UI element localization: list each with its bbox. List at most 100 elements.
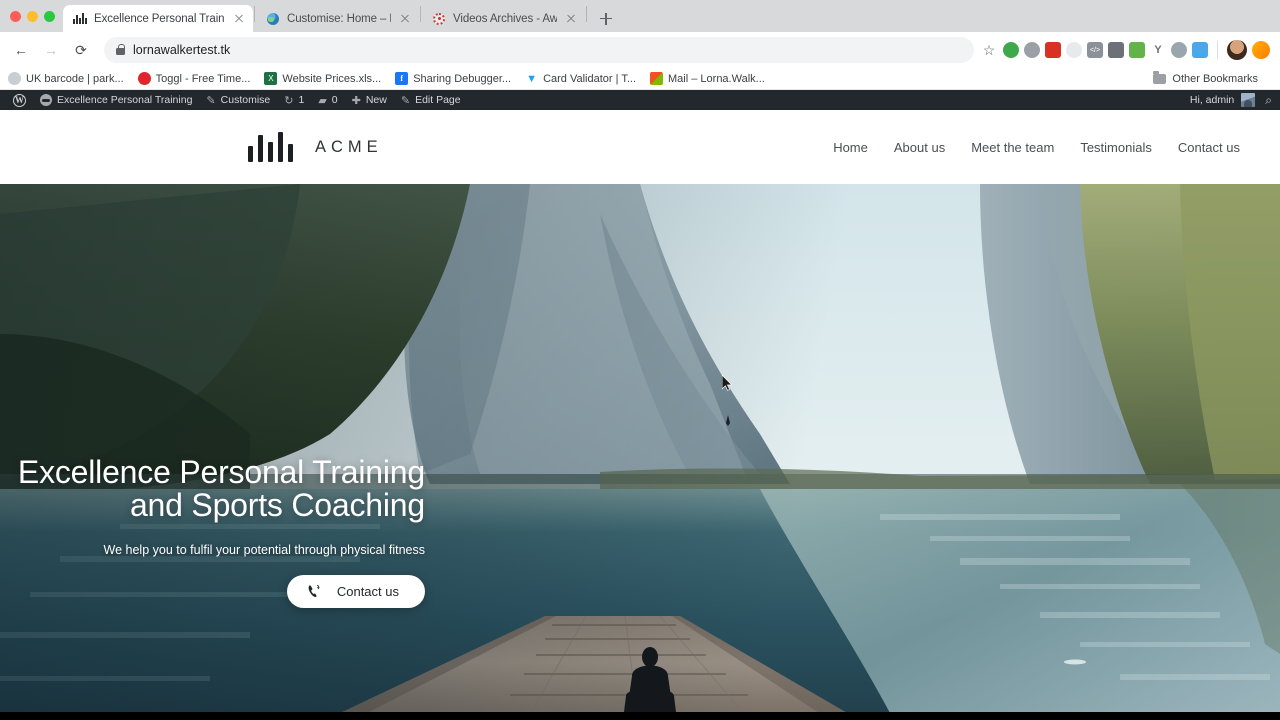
bookmarks-bar: UK barcode | park... Toggl - Free Time..… xyxy=(0,68,1280,90)
grammar-extension-icon[interactable] xyxy=(1129,42,1145,58)
bookmark-sharing-debugger[interactable]: f Sharing Debugger... xyxy=(395,72,511,85)
close-window-button[interactable] xyxy=(10,10,21,22)
wordpress-logo-icon: W xyxy=(13,93,26,107)
hero-cta-label: Contact us xyxy=(336,584,399,599)
wp-my-account[interactable]: Hi, admin xyxy=(1183,90,1256,110)
code-extension-icon[interactable]: </> xyxy=(1087,42,1103,58)
reload-button[interactable]: ⟳ xyxy=(68,37,94,63)
bookmark-mail[interactable]: Mail – Lorna.Walk... xyxy=(650,72,765,85)
nav-item-meet-the-team[interactable]: Meet the team xyxy=(971,140,1054,155)
wp-greeting-label: Hi, admin xyxy=(1189,94,1235,106)
primary-navigation: Home About us Meet the team Testimonials… xyxy=(833,140,1240,155)
wp-updates[interactable]: ↻ 1 xyxy=(277,90,311,110)
nav-item-contact-us[interactable]: Contact us xyxy=(1178,140,1240,155)
toolbar-divider xyxy=(1217,41,1218,59)
bookmark-label: Sharing Debugger... xyxy=(413,72,512,85)
mouse-cursor-icon xyxy=(722,375,733,391)
evernote-extension-icon[interactable] xyxy=(1003,42,1019,58)
globe-bookmark-icon xyxy=(8,72,21,85)
wp-updates-count: 1 xyxy=(298,94,305,106)
toggl-icon xyxy=(137,72,151,85)
wp-site-name-label: Excellence Personal Training xyxy=(57,94,193,106)
back-button[interactable]: ← xyxy=(8,37,34,63)
plus-icon: ✚ xyxy=(351,94,361,107)
nav-item-testimonials[interactable]: Testimonials xyxy=(1080,140,1152,155)
profile-avatar[interactable] xyxy=(1227,40,1247,60)
bookmark-star-icon[interactable]: ☆ xyxy=(980,41,998,59)
nav-item-about-us[interactable]: About us xyxy=(894,140,945,155)
maximize-window-button[interactable] xyxy=(44,10,55,22)
twitter-extension-icon[interactable] xyxy=(1192,42,1208,58)
close-tab-button[interactable] xyxy=(563,11,579,27)
bookmark-label: Toggl - Free Time... xyxy=(155,72,251,85)
tab-customise-home[interactable]: Customise: Home – Excellence xyxy=(256,5,419,32)
wp-admin-bar-right: Hi, admin ⌕ xyxy=(1183,90,1274,110)
bookmark-card-validator[interactable]: ▼ Card Validator | T... xyxy=(525,72,636,85)
lock-icon xyxy=(116,43,125,55)
update-arrows-icon: ↻ xyxy=(284,94,294,107)
chrome-menu-button[interactable] xyxy=(1252,41,1270,59)
hero-content: Excellence Personal Training and Sports … xyxy=(0,456,425,608)
forward-button[interactable]: → xyxy=(38,37,64,63)
close-tab-button[interactable] xyxy=(397,11,413,27)
dashboard-icon xyxy=(40,94,52,106)
other-bookmarks-button[interactable]: Other Bookmarks xyxy=(1153,71,1258,85)
tab-title: Customise: Home – Excellence xyxy=(287,12,391,25)
address-bar: ← → ⟳ lornawalkertest.tk ☆ </> Y xyxy=(0,32,1280,68)
hero-title: Excellence Personal Training and Sports … xyxy=(17,454,425,523)
bookmark-label: Website Prices.xls... xyxy=(282,72,382,85)
cloud-extension-icon[interactable] xyxy=(1171,42,1187,58)
red-badge-extension-icon[interactable] xyxy=(1045,42,1061,58)
yahoo-extension-icon[interactable]: Y xyxy=(1150,42,1166,58)
tab-strip: Excellence Personal Training – Customise… xyxy=(0,0,1280,32)
twitter-icon: ▼ xyxy=(526,72,538,85)
url-input[interactable]: lornawalkertest.tk xyxy=(104,37,974,63)
ghostery-extension-icon[interactable] xyxy=(1066,42,1082,58)
minimize-window-button[interactable] xyxy=(27,10,38,22)
nav-item-home[interactable]: Home xyxy=(833,140,868,155)
site-brand-name: ACME xyxy=(315,137,383,156)
gear-icon xyxy=(432,12,446,26)
window-bottom-edge xyxy=(0,712,1280,720)
phone-ringing-icon xyxy=(307,584,321,599)
new-tab-button[interactable] xyxy=(592,5,620,32)
omnibox-actions: ☆ </> Y xyxy=(980,40,1272,60)
tab-videos-archives[interactable]: Videos Archives - Awesome Te xyxy=(422,5,585,32)
tab-title: Excellence Personal Training – xyxy=(94,12,225,25)
wp-logo-menu[interactable]: W xyxy=(6,90,33,110)
window-controls xyxy=(8,0,63,32)
wp-customise-label: Customise xyxy=(220,94,271,106)
browser-window: Excellence Personal Training – Customise… xyxy=(0,0,1280,720)
audio-bars-icon xyxy=(73,12,87,26)
url-text: lornawalkertest.tk xyxy=(133,43,231,57)
tab-title: Videos Archives - Awesome Te xyxy=(453,12,557,25)
wp-new-label: New xyxy=(365,94,387,106)
hero-overlay xyxy=(0,184,1280,720)
microsoft-icon xyxy=(650,72,664,85)
wp-admin-bar: W Excellence Personal Training ✎ Customi… xyxy=(0,90,1280,110)
power-extension-icon[interactable] xyxy=(1024,42,1040,58)
wp-customise[interactable]: ✎ Customise xyxy=(199,90,277,110)
paintbrush-icon: ✎ xyxy=(206,94,216,107)
tab-excellence-personal-training[interactable]: Excellence Personal Training – xyxy=(63,5,253,32)
wp-new-content[interactable]: ✚ New xyxy=(345,90,394,110)
tab-separator xyxy=(254,6,255,22)
site-logo[interactable]: ACME xyxy=(248,132,383,162)
tab-separator xyxy=(420,6,421,22)
wp-edit-page[interactable]: ✎ Edit Page xyxy=(394,90,468,110)
hero-subtitle: We help you to fulfil your potential thr… xyxy=(103,543,425,557)
bookmark-label: UK barcode | park... xyxy=(26,72,124,85)
bookmark-website-prices[interactable]: X Website Prices.xls... xyxy=(264,72,381,85)
camera-extension-icon[interactable] xyxy=(1108,42,1124,58)
wp-site-name[interactable]: Excellence Personal Training xyxy=(33,90,199,110)
equalizer-bars-logo-icon xyxy=(248,132,293,162)
wp-edit-page-label: Edit Page xyxy=(415,94,461,106)
bookmark-uk-barcode[interactable]: UK barcode | park... xyxy=(8,72,124,85)
site-header: ACME Home About us Meet the team Testimo… xyxy=(0,110,1280,184)
search-icon[interactable]: ⌕ xyxy=(1265,93,1272,108)
close-tab-button[interactable] xyxy=(231,11,247,27)
facebook-icon: f xyxy=(395,72,409,85)
wp-comments[interactable]: ▰ 0 xyxy=(311,90,344,110)
bookmark-toggl[interactable]: Toggl - Free Time... xyxy=(137,72,251,85)
hero-contact-us-button[interactable]: Contact us xyxy=(286,575,425,608)
